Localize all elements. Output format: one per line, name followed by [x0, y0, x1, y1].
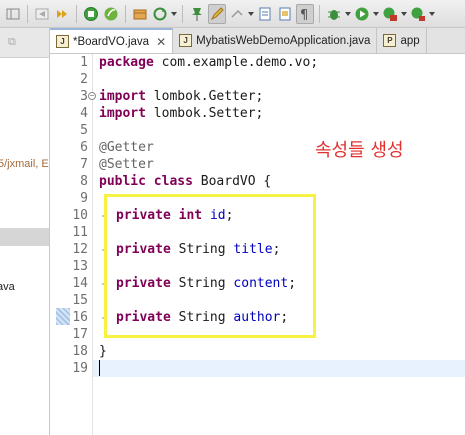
- line-number: 18: [72, 344, 88, 359]
- line-number: 12: [72, 242, 88, 257]
- line-number: 15: [72, 293, 88, 308]
- editor-tab-bar: J *BoardVO.java ✕ J MybatisWebDemoApplic…: [50, 28, 465, 54]
- skip-icon[interactable]: [33, 4, 51, 24]
- step-icon[interactable]: [53, 4, 71, 24]
- line-number: 2: [80, 72, 88, 87]
- line-number: 16: [72, 310, 88, 325]
- code-line: }: [99, 344, 107, 359]
- package-explorer-header: ⧉: [0, 28, 49, 58]
- line-number: 17: [72, 327, 88, 342]
- gutter-divider: [92, 54, 93, 435]
- chevron-down-icon[interactable]: [345, 4, 351, 24]
- line-number: 19: [72, 361, 88, 376]
- toolbar-separator: [76, 4, 77, 23]
- line-number: 11: [72, 225, 88, 240]
- annotation-note: 속성들 생성: [315, 140, 404, 161]
- java-file-icon: J: [56, 35, 69, 48]
- layout-icon[interactable]: [4, 4, 22, 24]
- list-icon[interactable]: [256, 4, 274, 24]
- line-number: 6: [80, 140, 88, 155]
- line-number: 8: [80, 174, 88, 189]
- file-icon[interactable]: [276, 4, 294, 24]
- svg-text:¶: ¶: [300, 8, 308, 21]
- fold-toggle-icon[interactable]: −: [88, 92, 96, 100]
- tab-app[interactable]: P app: [377, 28, 427, 53]
- tab-label: app: [400, 34, 420, 47]
- code-line: @Setter: [99, 157, 154, 172]
- highlight-box: [104, 194, 316, 338]
- debug-icon[interactable]: [82, 4, 100, 24]
- external-tool-icon[interactable]: [409, 4, 427, 24]
- line-number: 3: [80, 89, 88, 104]
- pin-icon[interactable]: [188, 4, 206, 24]
- chevron-down-icon[interactable]: [429, 4, 435, 24]
- java-file-icon: J: [179, 34, 193, 47]
- arrow-icon[interactable]: [228, 4, 246, 24]
- code-editor[interactable]: 1 2 3 4 5 6 7 8 9 10 11 12 13 14 15 16 1…: [50, 54, 465, 435]
- toolbar-separator: [319, 4, 320, 23]
- line-number: 5: [80, 123, 88, 138]
- tab-mybatis-app[interactable]: J MybatisWebDemoApplication.java: [173, 28, 378, 53]
- text-caret: [99, 360, 100, 376]
- main-toolbar: ¶: [0, 0, 465, 28]
- current-line-highlight: [93, 360, 465, 377]
- toolbar-separator: [125, 4, 126, 23]
- tab-label: MybatisWebDemoApplication.java: [196, 34, 371, 47]
- line-number: 7: [80, 157, 88, 172]
- tree-item-java[interactable]: ava: [0, 281, 15, 293]
- paragraph-icon[interactable]: ¶: [296, 3, 314, 24]
- code-line: import lombok.Getter;: [99, 89, 264, 104]
- line-number: 4: [80, 106, 88, 121]
- bug-icon[interactable]: [325, 4, 343, 24]
- code-line: public class BoardVO {: [99, 174, 272, 189]
- line-number: 13: [72, 259, 88, 274]
- toolbar-separator: [182, 4, 183, 23]
- code-line: package com.example.demo.vo;: [99, 55, 319, 70]
- annotation-ruler: [50, 54, 56, 435]
- package-icon[interactable]: [131, 4, 149, 24]
- tab-label: *BoardVO.java: [73, 35, 150, 48]
- run-play-icon[interactable]: [353, 4, 371, 24]
- chevron-down-icon[interactable]: [373, 4, 379, 24]
- tab-boardvo[interactable]: J *BoardVO.java ✕: [50, 28, 174, 53]
- line-number: 1: [80, 55, 88, 70]
- chevron-down-icon[interactable]: [248, 4, 254, 24]
- pen-icon[interactable]: [208, 3, 226, 24]
- line-number: 10: [72, 208, 88, 223]
- toolbar-separator: [27, 4, 28, 23]
- line-number: 14: [72, 276, 88, 291]
- coverage-icon[interactable]: [381, 4, 399, 24]
- line-number: 9: [80, 191, 88, 206]
- spring-boot-icon[interactable]: [102, 4, 120, 24]
- tree-item-path[interactable]: 5/jxmail, E: [0, 158, 49, 170]
- collapse-icon[interactable]: ⧉: [8, 36, 16, 49]
- code-line: import lombok.Setter;: [99, 106, 264, 121]
- chevron-down-icon[interactable]: [171, 4, 177, 24]
- properties-file-icon: P: [383, 34, 397, 47]
- refresh-icon[interactable]: [151, 4, 169, 24]
- package-explorer-panel: ⧉ 5/jxmail, E ava: [0, 28, 50, 435]
- code-line: @Getter: [99, 140, 154, 155]
- close-icon[interactable]: ✕: [156, 35, 166, 49]
- chevron-down-icon[interactable]: [401, 4, 407, 24]
- tree-item-selected[interactable]: [0, 228, 49, 246]
